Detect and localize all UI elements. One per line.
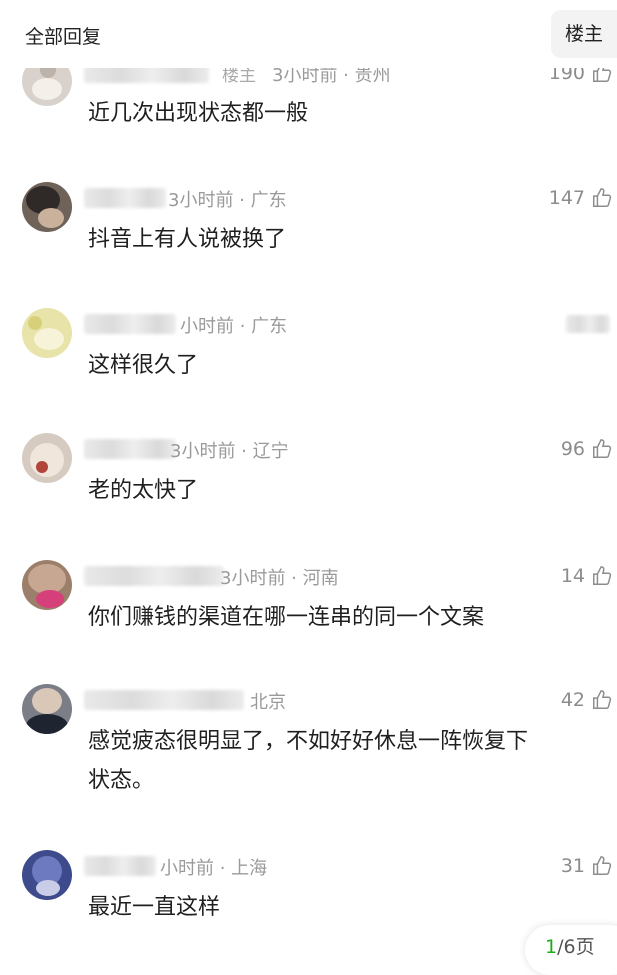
avatar[interactable] bbox=[22, 182, 72, 232]
like-count-blurred bbox=[566, 315, 610, 333]
like-count: 96 bbox=[560, 438, 585, 460]
avatar[interactable] bbox=[22, 850, 72, 900]
like-count: 42 bbox=[560, 689, 585, 711]
comment-meta: 小时前 · 上海 bbox=[160, 858, 268, 879]
thumbs-up-icon[interactable] bbox=[591, 187, 613, 209]
all-replies-title: 全部回复 bbox=[25, 26, 102, 48]
comment-text: 近几次出现状态都一般 bbox=[88, 101, 309, 126]
comment-text: 最近一直这样 bbox=[88, 895, 221, 920]
current-page: 1 bbox=[545, 936, 558, 958]
owner-only-button[interactable]: 楼主 bbox=[551, 10, 617, 58]
comment-text: 抖音上有人说被换了 bbox=[88, 227, 287, 252]
comment-meta: 3小时前 · 广东 bbox=[168, 190, 287, 211]
comment-text: 这样很久了 bbox=[88, 353, 199, 378]
username-blurred bbox=[84, 856, 156, 876]
thumbs-up-icon[interactable] bbox=[591, 565, 613, 587]
avatar[interactable] bbox=[22, 433, 72, 483]
page-indicator[interactable]: 1/6页 bbox=[525, 925, 617, 975]
thumbs-up-icon[interactable] bbox=[591, 689, 613, 711]
total-pages: /6页 bbox=[557, 936, 595, 958]
comment-text-line1: 感觉疲态很明显了，不如好好休息一阵恢复下 bbox=[88, 729, 529, 754]
thumbs-up-icon[interactable] bbox=[591, 438, 613, 460]
like-count: 147 bbox=[548, 187, 585, 209]
comment-item: 小时前 · 广东 这样很久了 bbox=[0, 306, 617, 406]
comment-meta: 小时前 · 广东 bbox=[180, 316, 288, 337]
reply-header: 全部回复 楼主 bbox=[0, 0, 617, 68]
comment-text: 你们赚钱的渠道在哪一连串的同一个文案 bbox=[88, 605, 485, 630]
comment-item: 3小时前 · 辽宁 96 老的太快了 bbox=[0, 431, 617, 531]
comment-text: 老的太快了 bbox=[88, 478, 199, 503]
avatar[interactable] bbox=[22, 308, 72, 358]
avatar[interactable] bbox=[22, 560, 72, 610]
thumbs-up-icon[interactable] bbox=[591, 855, 613, 877]
username-blurred bbox=[84, 188, 166, 208]
username-blurred bbox=[84, 439, 176, 459]
like-count: 14 bbox=[560, 565, 585, 587]
comment-meta: 3小时前 · 辽宁 bbox=[170, 441, 289, 462]
comment-item: 3小时前 · 广东 147 抖音上有人说被换了 bbox=[0, 180, 617, 280]
avatar[interactable] bbox=[22, 684, 72, 734]
username-blurred bbox=[84, 314, 176, 334]
comment-item: 楼主 3小时前 · 贵州 190 近几次出现状态都一般 bbox=[0, 56, 617, 146]
comment-item: 北京 42 感觉疲态很明显了，不如好好休息一阵恢复下 状态。 bbox=[0, 682, 617, 822]
like-count: 31 bbox=[560, 855, 585, 877]
comment-item: 小时前 · 上海 31 最近一直这样 bbox=[0, 848, 617, 948]
username-blurred bbox=[84, 566, 224, 586]
comment-meta: 北京 bbox=[250, 692, 286, 713]
comment-text-line2: 状态。 bbox=[88, 768, 155, 793]
comment-item: 3小时前 · 河南 14 你们赚钱的渠道在哪一连串的同一个文案 bbox=[0, 558, 617, 658]
username-blurred bbox=[84, 690, 244, 710]
comment-meta: 3小时前 · 河南 bbox=[220, 568, 339, 589]
